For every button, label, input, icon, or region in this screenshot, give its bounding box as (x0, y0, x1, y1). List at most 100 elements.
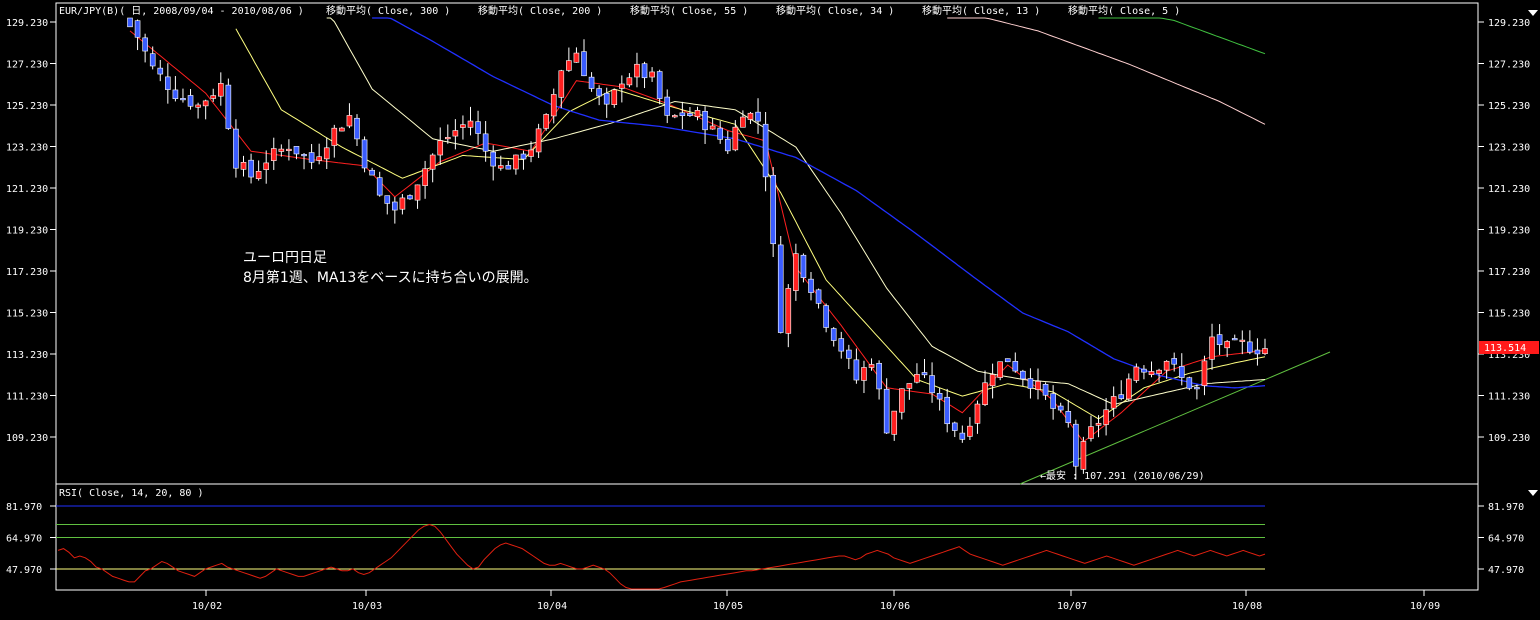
candle-body (634, 63, 640, 78)
candle (399, 194, 406, 215)
candle (724, 130, 731, 154)
y-tick-label-left: 113.230 (6, 350, 48, 361)
x-tick-label: 10/08 (1232, 601, 1262, 612)
candle-body (210, 95, 217, 99)
y-tick-label-left: 115.230 (6, 309, 48, 320)
candle-body (149, 53, 156, 67)
candle-body (233, 128, 239, 169)
x-tick-label: 10/04 (537, 601, 567, 612)
candle-body (490, 151, 497, 167)
candle (1042, 382, 1049, 400)
main-panel-dropdown-icon[interactable] (1526, 8, 1539, 18)
candle (1110, 386, 1117, 417)
rsi-y-tick-label-right: 81.970 (1488, 502, 1524, 513)
candle (1050, 385, 1056, 420)
candle-body (785, 288, 792, 334)
candle-body (392, 201, 398, 211)
candle-body (1088, 426, 1094, 439)
candle (777, 235, 784, 334)
candle-body (762, 123, 769, 178)
y-tick-label-right: 125.230 (1488, 101, 1530, 112)
candle (656, 69, 663, 105)
candle (1186, 376, 1193, 391)
candle-body (460, 124, 466, 128)
candle (255, 160, 262, 181)
candle-body (255, 170, 262, 179)
candle-body (1186, 377, 1193, 389)
ma-line-3 (372, 17, 1266, 389)
candle (1231, 334, 1238, 341)
candle-body (497, 165, 504, 169)
candle (921, 358, 928, 379)
low-price-label: ←最安 : 107.291 (2010/06/29) (1040, 469, 1205, 482)
candle (717, 121, 724, 144)
candle-body (914, 374, 920, 383)
candle-body (323, 147, 330, 160)
main-panel-frame (55, 2, 1479, 485)
candle-body (868, 364, 875, 368)
candle (997, 361, 1003, 381)
candle (1194, 384, 1200, 400)
rsi-panel-dropdown-icon[interactable] (1526, 488, 1539, 498)
candle-body (134, 20, 141, 38)
candle-body (414, 184, 421, 201)
candle-body (346, 115, 353, 127)
candle (1148, 361, 1155, 378)
candle-body (1216, 334, 1223, 346)
candle (566, 47, 572, 72)
rsi-y-tick-label-left: 64.970 (6, 534, 42, 545)
candle (747, 111, 754, 124)
candle (1118, 380, 1125, 401)
candle (361, 136, 368, 173)
y-tick-label-left: 129.230 (6, 18, 48, 29)
candle-body (286, 148, 292, 151)
candle (830, 327, 837, 347)
candle (1254, 338, 1261, 366)
candle (664, 89, 671, 124)
y-tick-label-left: 123.230 (6, 143, 48, 154)
y-tick-label-right: 123.230 (1488, 143, 1530, 154)
candle (634, 52, 640, 88)
candle-body (906, 383, 913, 389)
candle-body (596, 88, 602, 97)
candle-body (422, 168, 428, 186)
candle (301, 153, 307, 170)
current-price-value: 113.514 (1484, 343, 1526, 354)
candle-body (861, 367, 867, 381)
candle-body (846, 349, 852, 359)
y-tick-label-right: 115.230 (1488, 309, 1530, 320)
candle-body (876, 362, 882, 390)
candle (891, 410, 898, 441)
candle (233, 119, 239, 178)
candle (384, 195, 391, 215)
candle (853, 348, 860, 384)
candle (671, 114, 678, 119)
candle-body (951, 422, 958, 431)
y-tick-label-right: 119.230 (1488, 226, 1530, 237)
candle (982, 370, 988, 407)
candle (944, 388, 951, 433)
candle-body (437, 140, 444, 156)
candle (626, 73, 633, 88)
y-tick-label-right: 117.230 (1488, 267, 1530, 278)
candle (149, 46, 156, 70)
y-tick-label-right: 121.230 (1488, 184, 1530, 195)
axis-ticks: 129.230 129.230 127.230 127.230 125.230 125.2… (6, 18, 1530, 612)
candle-body (717, 127, 724, 140)
rsi-y-tick-label-right: 47.970 (1488, 565, 1524, 576)
candle (898, 388, 905, 420)
candle-body (1012, 361, 1019, 372)
candle (1239, 330, 1246, 355)
candle (218, 72, 224, 106)
candle-body (808, 278, 814, 293)
candle (528, 141, 534, 163)
candle (202, 99, 209, 120)
candle-body (180, 98, 186, 101)
candle-body (921, 372, 928, 376)
candle (187, 88, 194, 110)
candle-body (1247, 341, 1253, 353)
candle (588, 72, 595, 92)
ma5-legend: 移動平均( Close, 5 ) (1068, 4, 1180, 17)
candle (1012, 352, 1019, 373)
candle (513, 154, 519, 175)
